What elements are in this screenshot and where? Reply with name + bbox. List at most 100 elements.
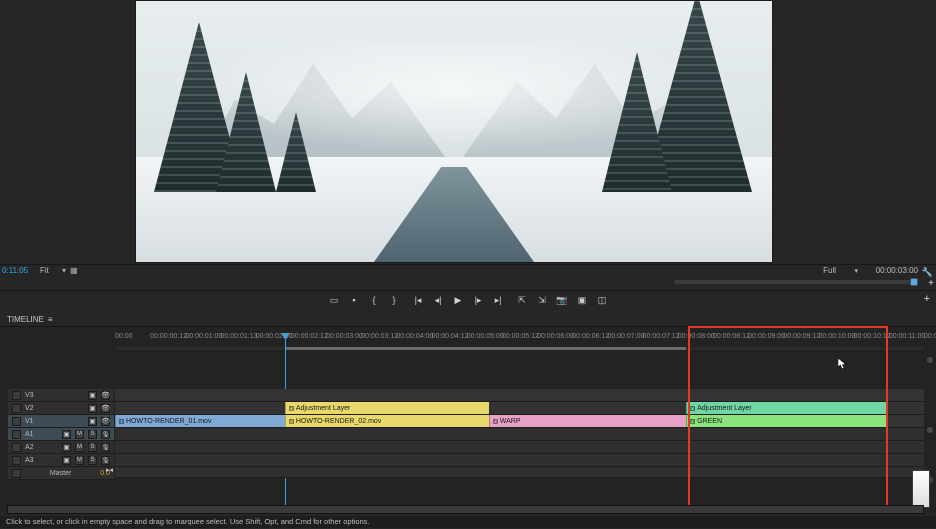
step-fwd-button[interactable]: |▸ (471, 293, 485, 307)
track-header-a3[interactable]: A3 ▣ M S 🎙 (8, 454, 114, 467)
scroll-marker[interactable] (927, 357, 933, 363)
track-header-v1[interactable]: V1 ▣ (8, 415, 114, 428)
lock-toggle[interactable] (12, 430, 21, 439)
ruler-tick: 00:00:08:00 (678, 333, 715, 340)
lift-button[interactable]: ⇱ (515, 293, 529, 307)
clip[interactable]: fxHOWTO-RENDER_02.mov (285, 415, 489, 427)
status-text: Click to select, or click in empty space… (6, 517, 370, 526)
timeline-tab[interactable]: TIMELINE ≡ (7, 314, 53, 325)
mute-toggle[interactable]: M (75, 430, 84, 439)
jump-fwd-button[interactable]: ▸| (491, 293, 505, 307)
work-area-bar[interactable] (285, 347, 686, 350)
solo-toggle[interactable]: S (88, 443, 97, 452)
track-headers: V3 ▣ V2 ▣ V1 ▣ A1 ▣ M S 🎙 (8, 389, 114, 480)
clip[interactable]: fxWARP (489, 415, 686, 427)
clip[interactable]: fxAdjustment Layer (285, 402, 489, 414)
step-back-button[interactable]: ◂| (431, 293, 445, 307)
track-header-a1[interactable]: A1 ▣ M S 🎙 (8, 428, 114, 441)
solo-toggle[interactable]: S (88, 456, 97, 465)
lock-toggle[interactable] (12, 469, 21, 478)
ruler-tick: 00:00:11:13 (924, 333, 936, 340)
lane-a1[interactable] (115, 428, 924, 441)
track-lanes[interactable]: fxAdjustment LayerfxAdjustment Layer fxH… (115, 389, 924, 478)
lane-v2[interactable]: fxAdjustment Layer fxAdjustment Layer (115, 402, 924, 415)
jump-back-button[interactable]: |◂ (411, 293, 425, 307)
lane-v1[interactable]: fxHOWTO-RENDER_01.movfxHOWTO-RENDER_02.m… (115, 415, 924, 428)
scroll-marker[interactable] (927, 427, 933, 433)
ruler-tick: 00:00:07:00 (607, 333, 644, 340)
settings-icon[interactable]: 🔧 (922, 267, 933, 278)
timecode-current[interactable]: 0:11:05 (2, 266, 28, 275)
button-editor-icon[interactable]: + (924, 293, 930, 305)
ruler-tick: 00:00:06:00 (537, 333, 574, 340)
play-button[interactable]: ▶ (451, 293, 465, 307)
caret-down-icon[interactable]: ▾ (854, 267, 858, 275)
zoom-fit[interactable]: Fit (40, 266, 49, 275)
clip[interactable]: fxAdjustment Layer (686, 402, 888, 414)
extract-button[interactable]: ⇲ (535, 293, 549, 307)
clip-label: HOWTO-RENDER_01.mov (126, 418, 211, 425)
voice-toggle[interactable]: 🎙 (101, 443, 110, 452)
ruler-tick: 00:00:09:00 (748, 333, 785, 340)
mute-toggle[interactable]: M (75, 443, 84, 452)
eye-toggle[interactable] (101, 404, 110, 413)
solo-toggle[interactable]: S (88, 430, 97, 439)
clip-label: WARP (500, 418, 521, 425)
voice-toggle[interactable]: 🎙 (101, 430, 110, 439)
track-header-a2[interactable]: A2 ▣ M S 🎙 (8, 441, 114, 454)
lane-a2[interactable] (115, 441, 924, 454)
eye-toggle[interactable] (101, 391, 110, 400)
caret-down-icon[interactable]: ▾ (62, 266, 66, 275)
mark-in-button[interactable]: ▭ (327, 293, 341, 307)
sync-toggle[interactable]: ▣ (62, 443, 71, 452)
ruler-tick: 00:00:08:12 (713, 333, 750, 340)
transport-bar: ▭ ▪ { } |◂ ◂| ▶ |▸ ▸| ⇱ ⇲ 📷 ▣ ◫ + (0, 290, 936, 308)
export-frame-button[interactable]: 📷 (555, 293, 569, 307)
voice-toggle[interactable]: 🎙 (101, 456, 110, 465)
status-bar: Click to select, or click in empty space… (0, 516, 936, 528)
mute-toggle[interactable]: M (75, 456, 84, 465)
lane-a3[interactable] (115, 454, 924, 467)
scrub-rail[interactable] (674, 280, 918, 284)
sync-toggle[interactable]: ▣ (62, 456, 71, 465)
mark-out-button[interactable]: ▪ (347, 293, 361, 307)
clip-label: GREEN (697, 418, 722, 425)
track-header-v3[interactable]: V3 ▣ (8, 389, 114, 402)
ruler-tick: 00:00:04:00 (396, 333, 433, 340)
scrollbar-thumb[interactable] (8, 506, 923, 513)
timeline-panel: 00:0000:00:00:1200:00:01:0000:00:01:1300… (0, 326, 936, 512)
time-ruler[interactable]: 00:0000:00:00:1200:00:01:0000:00:01:1300… (115, 333, 924, 345)
ruler-tick: 00:00:02:00 (256, 333, 293, 340)
sync-toggle[interactable]: ▣ (88, 417, 97, 426)
panel-menu-icon[interactable]: ≡ (48, 315, 53, 324)
sync-toggle[interactable]: ▣ (88, 404, 97, 413)
track-header-v2[interactable]: V2 ▣ (8, 402, 114, 415)
comparison-view-button[interactable]: ◫ (595, 293, 609, 307)
track-label: V2 (25, 405, 39, 412)
lock-toggle[interactable] (12, 456, 21, 465)
scrub-playhead[interactable] (910, 278, 918, 286)
go-to-out-button[interactable]: } (387, 293, 401, 307)
safe-margins-button[interactable]: ▣ (575, 293, 589, 307)
clip[interactable]: fxHOWTO-RENDER_01.mov (115, 415, 285, 427)
resolution-full[interactable]: Full (823, 266, 836, 275)
fx-badge-icon: fx (493, 419, 498, 424)
go-to-in-button[interactable]: { (367, 293, 381, 307)
lock-toggle[interactable] (12, 404, 21, 413)
ruler-tick: 00:00:10:00 (818, 333, 855, 340)
clip[interactable]: fxGREEN (686, 415, 888, 427)
clip-label: Adjustment Layer (296, 405, 350, 412)
lane-master[interactable] (115, 467, 924, 478)
sync-toggle[interactable]: ▣ (88, 391, 97, 400)
lane-v3[interactable] (115, 389, 924, 402)
ruler-tick: 00:00:07:12 (643, 333, 680, 340)
track-header-master[interactable]: Master 0.0 ▸◂ (8, 467, 114, 480)
eye-toggle[interactable] (101, 417, 110, 426)
add-marker-icon[interactable]: + (928, 278, 934, 289)
sync-toggle[interactable]: ▣ (62, 430, 71, 439)
lock-toggle[interactable] (12, 443, 21, 452)
grid-icon[interactable]: ▦ (70, 266, 78, 275)
timeline-zoom-scrollbar[interactable] (7, 505, 924, 514)
lock-toggle[interactable] (12, 417, 21, 426)
lock-toggle[interactable] (12, 391, 21, 400)
